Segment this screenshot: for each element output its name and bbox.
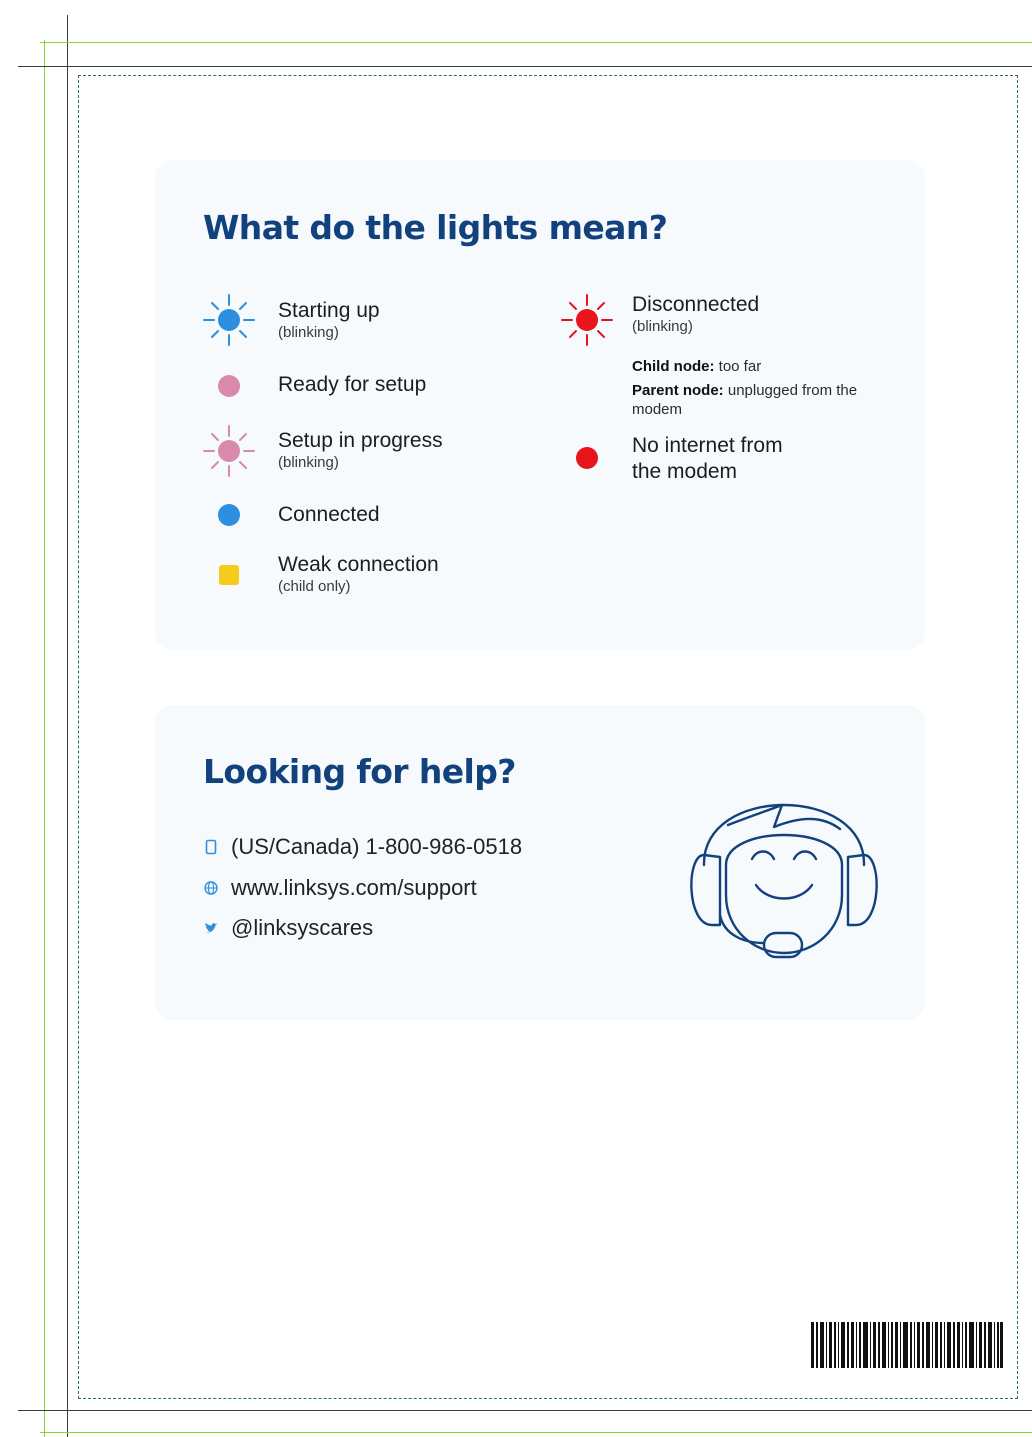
no-internet-label-line2: the modem	[632, 460, 738, 483]
support-agent-headset-icon	[690, 803, 878, 959]
phone-number-text: (US/Canada) 1-800-986-0518	[231, 834, 523, 859]
globe-icon	[204, 881, 218, 895]
barcode	[811, 1322, 1003, 1368]
child-node-term: Child node:	[632, 358, 715, 375]
crop-guide-bottom-outer	[18, 1410, 1032, 1411]
child-node-text: too far	[714, 358, 762, 375]
weak-connection-label: Weak connection	[278, 553, 439, 576]
child-node-note: Child node: too far	[632, 357, 872, 376]
crop-guide-top-outer	[18, 66, 1032, 67]
twitter-icon	[204, 922, 218, 933]
starting-up-label: Starting up	[278, 299, 380, 322]
crop-guide-left-green	[44, 40, 45, 1437]
crop-guide-bottom-green	[40, 1432, 1032, 1433]
blinking-red-light-icon	[561, 294, 613, 346]
ready-for-setup-label: Ready for setup	[278, 373, 427, 396]
starting-up-sublabel: (blinking)	[278, 324, 339, 341]
setup-in-progress-sublabel: (blinking)	[278, 454, 339, 471]
twitter-handle-link[interactable]: @linksyscares	[231, 915, 373, 941]
blinking-pink-light-icon	[203, 425, 255, 477]
no-internet-label-line1: No internet from	[632, 434, 783, 457]
phone-icon	[205, 839, 217, 855]
solid-pink-light-icon	[218, 375, 240, 397]
crop-guide-left-outer	[67, 15, 68, 1437]
disconnected-sublabel: (blinking)	[632, 318, 693, 335]
solid-red-light-icon	[576, 447, 598, 469]
disconnected-label: Disconnected	[632, 293, 760, 316]
connected-label: Connected	[278, 503, 380, 526]
parent-node-note: Parent node: unplugged from the modem	[632, 381, 867, 419]
weak-connection-sublabel: (child only)	[278, 578, 351, 595]
help-heading: Looking for help?	[203, 752, 516, 791]
parent-node-term: Parent node:	[632, 382, 724, 399]
lights-heading: What do the lights mean?	[203, 208, 668, 247]
solid-blue-light-icon	[218, 504, 240, 526]
blinking-blue-light-icon	[203, 294, 255, 346]
setup-in-progress-label: Setup in progress	[278, 429, 443, 452]
solid-yellow-light-icon	[219, 565, 239, 585]
support-website-link[interactable]: www.linksys.com/support	[231, 875, 477, 901]
crop-guide-top-green	[40, 42, 1032, 43]
